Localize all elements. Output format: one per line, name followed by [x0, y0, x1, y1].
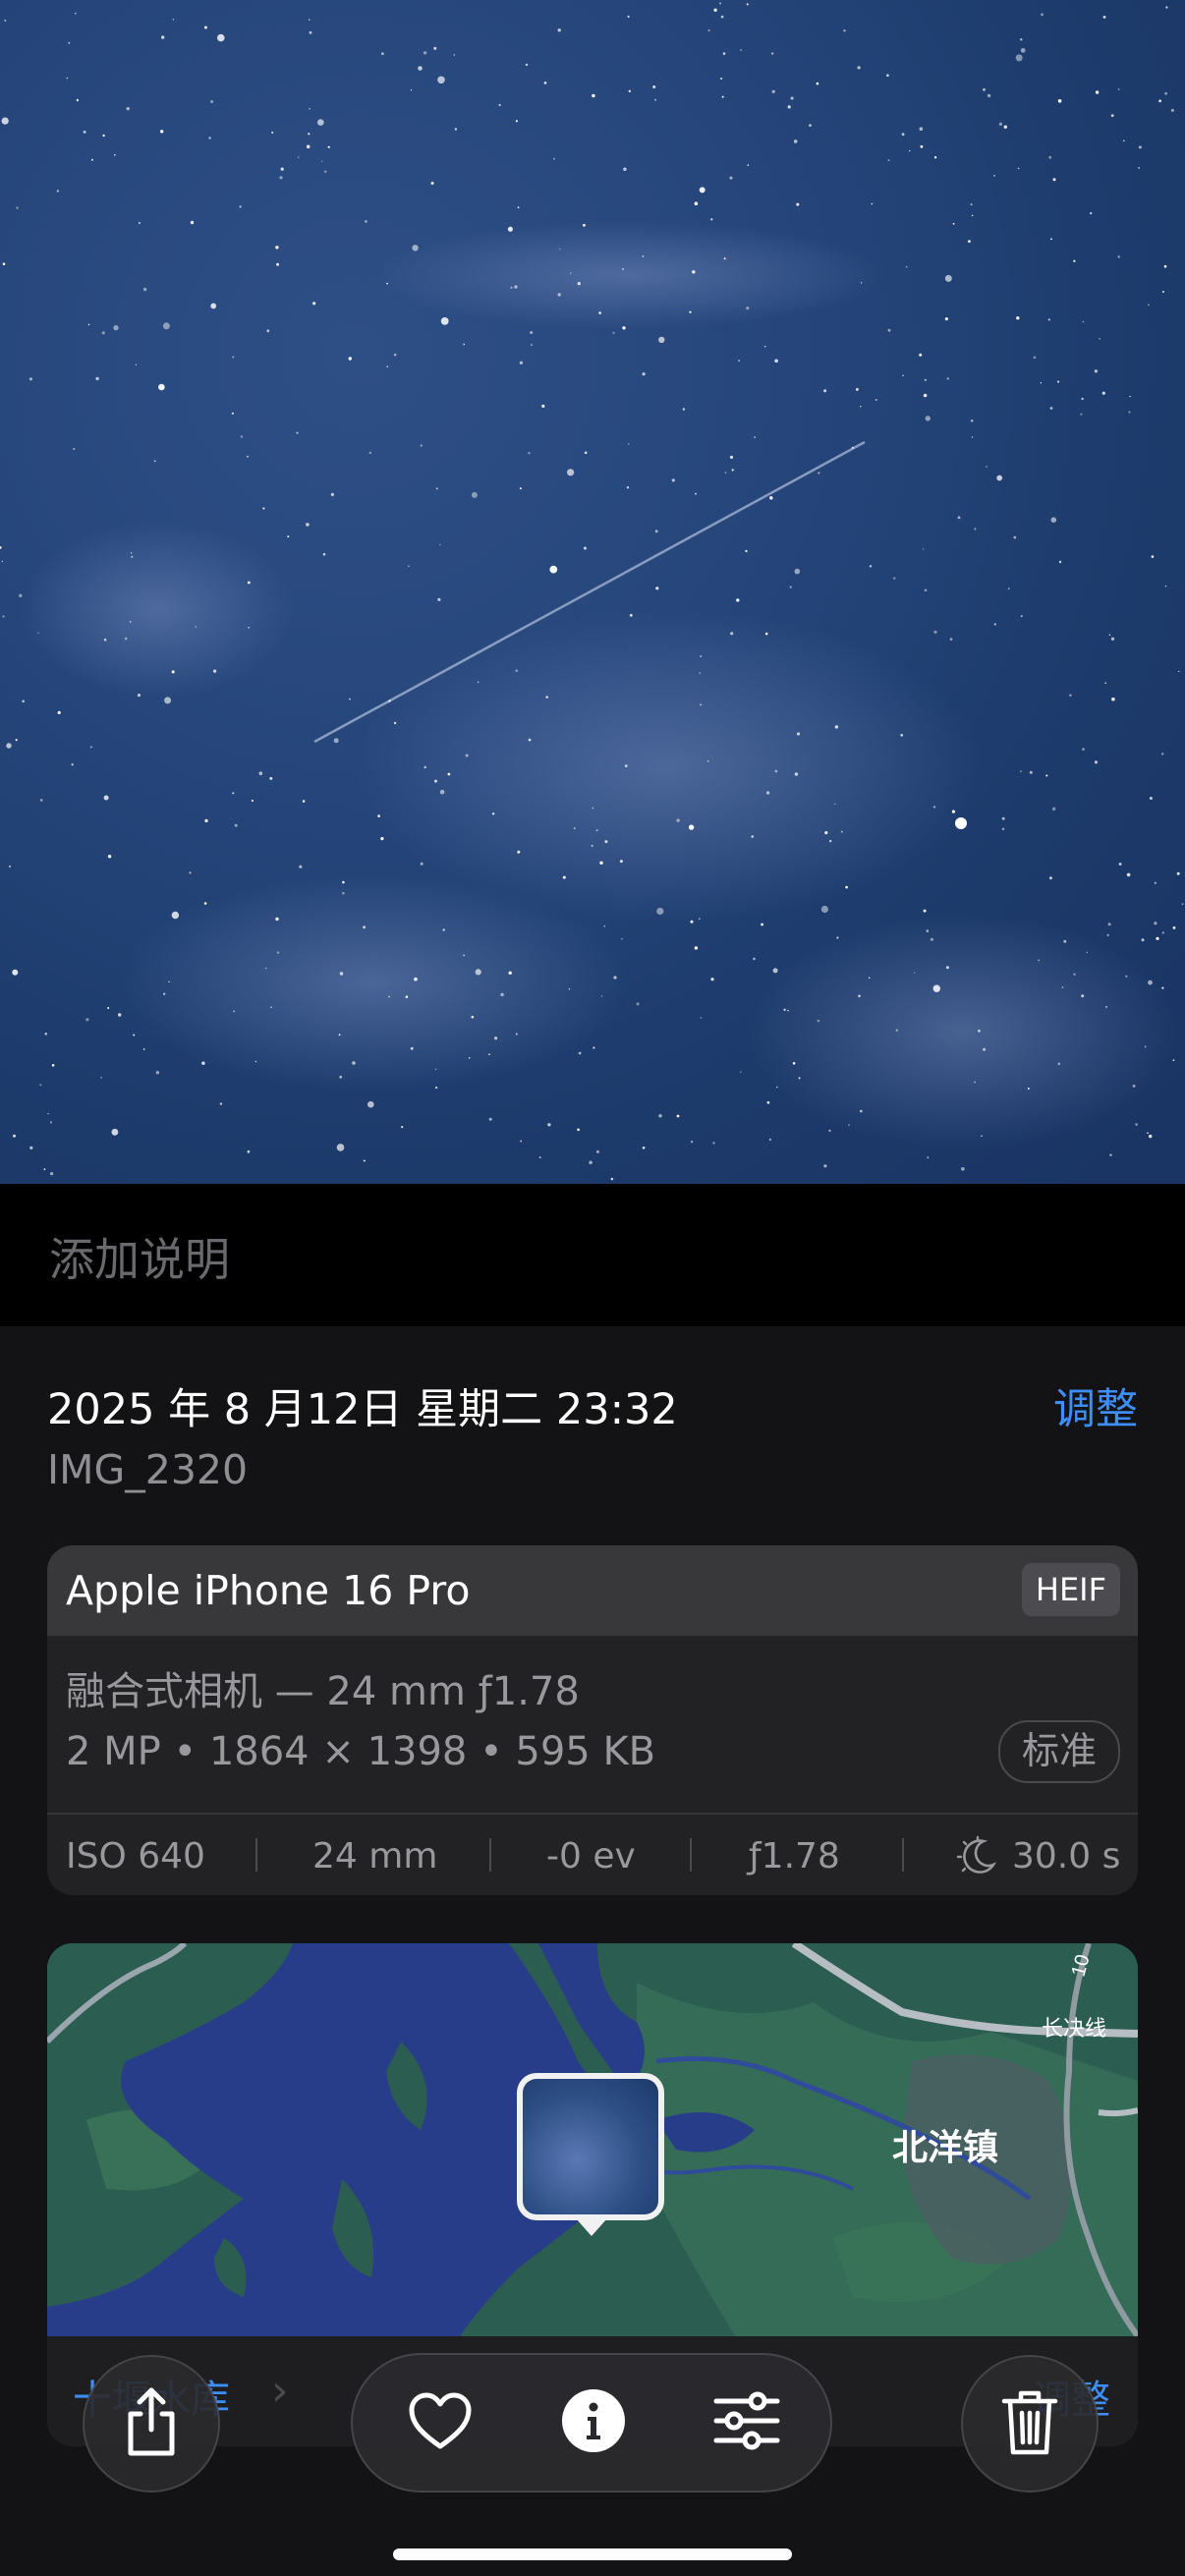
divider	[255, 1838, 257, 1872]
map-photo-pin[interactable]	[517, 2073, 664, 2220]
heart-icon	[408, 2391, 473, 2454]
edit-button[interactable]	[683, 2355, 811, 2491]
share-button[interactable]	[83, 2355, 220, 2492]
caption-bar	[0, 1184, 1185, 1326]
map-road-label: 长决线	[1042, 2016, 1106, 2041]
chevron-right-icon: ›	[271, 2366, 289, 2416]
trash-icon	[1001, 2387, 1058, 2460]
home-indicator[interactable]	[393, 2548, 792, 2560]
divider	[47, 1813, 1138, 1815]
caption-input[interactable]	[47, 1231, 1132, 1288]
camera-info-card: Apple iPhone 16 Pro HEIF 融合式相机 — 24 mm ƒ…	[47, 1545, 1138, 1895]
adjust-date-button[interactable]: 调整	[1053, 1375, 1138, 1436]
photo-filename: IMG_2320	[47, 1446, 249, 1493]
photo-date: 2025 年 8 月12日 星期二 23:32	[47, 1385, 678, 1434]
exif-focal-length: 24 mm	[312, 1836, 438, 1876]
pin-pointer	[576, 2218, 607, 2236]
divider	[489, 1838, 491, 1872]
map-town-label: 北洋镇	[892, 2128, 998, 2168]
camera-header: Apple iPhone 16 Pro HEIF	[47, 1545, 1138, 1636]
photo-thumbnail	[523, 2079, 658, 2214]
quality-badge: 标准	[997, 1720, 1120, 1783]
photo-viewer[interactable]	[0, 0, 1185, 1184]
info-button[interactable]	[530, 2355, 657, 2491]
exif-shutter: 30.0 s	[1012, 1836, 1121, 1876]
resolution-info: 2 MP • 1864 × 1398 • 595 KB	[66, 1729, 656, 1774]
exif-iso: ISO 640	[66, 1836, 205, 1876]
lens-info: 融合式相机 — 24 mm ƒ1.78	[66, 1669, 580, 1714]
sliders-icon	[712, 2391, 781, 2454]
divider	[690, 1838, 692, 1872]
delete-button[interactable]	[961, 2355, 1099, 2492]
night-mode-icon	[956, 1835, 999, 1882]
info-icon	[561, 2388, 626, 2457]
exif-exposure: -0 ev	[546, 1836, 636, 1876]
exif-aperture: ƒ1.78	[749, 1836, 840, 1876]
action-toolbar	[351, 2353, 832, 2492]
format-badge: HEIF	[1021, 1563, 1120, 1616]
camera-name: Apple iPhone 16 Pro	[66, 1567, 471, 1614]
divider	[902, 1838, 904, 1872]
favorite-button[interactable]	[376, 2355, 504, 2491]
share-icon	[121, 2386, 182, 2461]
night-sky-photo	[0, 2, 1184, 1181]
